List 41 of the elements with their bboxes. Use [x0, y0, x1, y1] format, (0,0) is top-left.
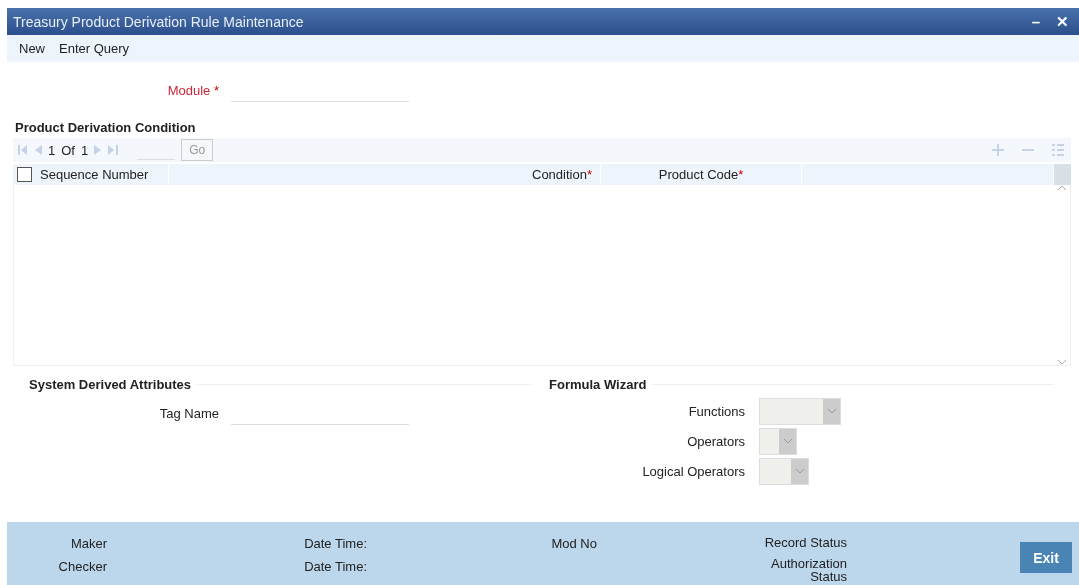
footer-label: Date Time:	[304, 536, 367, 551]
scrollbar-corner	[1054, 164, 1071, 185]
chevron-down-icon	[827, 408, 836, 414]
add-row-icon[interactable]	[991, 143, 1005, 157]
exit-button[interactable]: Exit	[1020, 542, 1072, 573]
field-label: Functions	[687, 403, 746, 419]
footer-label: Mod No	[551, 536, 597, 551]
column-header: Product Code*	[601, 164, 802, 185]
window-title: Treasury Product Derivation Rule Maintenance	[13, 13, 305, 30]
page-total: 1	[80, 142, 89, 158]
chevron-down-icon	[795, 468, 804, 474]
section-title: Product Derivation Condition	[15, 120, 197, 137]
first-page-icon[interactable]	[17, 145, 28, 155]
checkbox[interactable]	[17, 167, 32, 182]
menu-item[interactable]: New	[15, 39, 49, 58]
column-label: Sequence Number	[40, 167, 149, 182]
footer-label: Record Status	[764, 536, 847, 549]
page-number: 1	[48, 142, 56, 158]
chevron-down-icon	[783, 438, 792, 444]
previous-page-icon[interactable]	[34, 145, 42, 155]
column-header: Condition*	[169, 164, 601, 185]
field-label: Tag Name	[158, 406, 220, 421]
minimize-button[interactable]: –	[1025, 12, 1046, 31]
scroll-up-icon[interactable]	[1057, 185, 1066, 190]
dropdown[interactable]	[759, 427, 797, 455]
footer-label: Authorization Status	[770, 557, 847, 583]
footer-label: Date Time:	[304, 559, 367, 574]
scroll-down-icon[interactable]	[1057, 360, 1066, 365]
page-of-label: Of	[61, 142, 75, 158]
next-page-icon[interactable]	[94, 145, 103, 155]
field-label: Module *	[166, 82, 220, 98]
list-icon[interactable]	[1051, 143, 1065, 157]
field-label: Operators	[686, 433, 746, 449]
dropdown[interactable]	[759, 397, 841, 425]
dropdown[interactable]	[759, 457, 809, 485]
last-page-icon[interactable]	[108, 145, 120, 155]
footer-label: Checker	[58, 559, 107, 574]
footer-label: Maker	[70, 536, 107, 551]
close-button[interactable]: ✕	[1050, 12, 1075, 31]
menu-item[interactable]: Enter Query	[55, 39, 134, 58]
field-label: Logical Operators	[641, 463, 746, 479]
